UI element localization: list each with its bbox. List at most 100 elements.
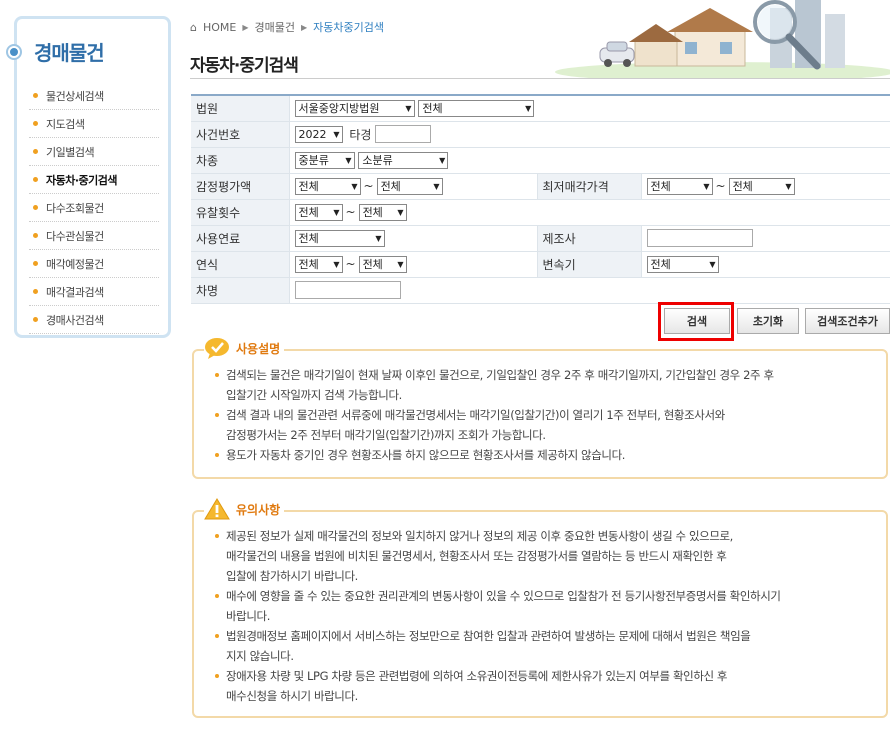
case-year-select[interactable]: 2022 ▼ <box>294 125 343 143</box>
chevron-down-icon: ▼ <box>345 155 352 165</box>
home-icon: ⌂ <box>190 20 197 34</box>
fuel-label: 사용연료 <box>191 225 290 252</box>
sidebar-item-scheduled-sale[interactable]: 매각예정물건 <box>29 250 159 278</box>
vehicle-minor-value: 소분류 <box>362 154 393 167</box>
bullet-icon <box>33 233 38 238</box>
failed-from-select[interactable]: 전체 ▼ <box>294 203 343 221</box>
range-tilde: ~ <box>345 257 356 271</box>
chevron-down-icon: ▼ <box>333 259 340 269</box>
appraisal-to-select[interactable]: 전체 ▼ <box>376 177 443 195</box>
sidebar-item-sale-result[interactable]: 매각결과검색 <box>29 278 159 306</box>
vehicle-major-value: 중분류 <box>298 154 329 167</box>
chevron-down-icon: ▼ <box>525 103 532 113</box>
form-row-failed-count: 유찰횟수 전체 ▼ ~ 전체 ▼ <box>191 199 890 226</box>
model-year-from-select[interactable]: 전체 ▼ <box>294 255 343 273</box>
case-no-label: 사건번호 <box>191 121 290 148</box>
sidebar-item-label: 지도검색 <box>46 117 85 131</box>
bullet-icon <box>33 205 38 210</box>
fuel-select[interactable]: 전체 ▼ <box>294 229 385 247</box>
form-row-car-name: 차명 <box>191 277 890 304</box>
maker-input[interactable] <box>646 229 753 247</box>
page-title: 자동차·중기검색 <box>190 56 299 76</box>
add-condition-button[interactable]: 검색조건추가 <box>805 308 890 334</box>
vehicle-minor-select[interactable]: 소분류 ▼ <box>358 151 449 169</box>
caution-line: 법원경매정보 홈페이지에서 서비스하는 정보만으로 참여한 입찰과 관련하여 발… <box>226 629 751 643</box>
court-label: 법원 <box>191 95 290 122</box>
chevron-down-icon: ▼ <box>397 207 404 217</box>
caution-item: 장애자용 차량 및 LPG 차량 등은 관련법령에 의하여 소유권이전등록에 제… <box>214 666 886 706</box>
sidebar-item-map-search[interactable]: 지도검색 <box>29 110 159 138</box>
transmission-label: 변속기 <box>536 251 642 278</box>
usage-item: 검색 결과 내의 물건관련 서류중에 매각물건명세서는 매각기일(입찰기간)이 … <box>214 405 884 445</box>
caution-item: 제공된 정보가 실제 매각물건의 정보와 일치하지 않거나 정보의 제공 이후 … <box>214 526 886 586</box>
transmission-select[interactable]: 전체 ▼ <box>646 255 719 273</box>
caution-box: 유의사항 제공된 정보가 실제 매각물건의 정보와 일치하지 않거나 정보의 제… <box>192 498 888 718</box>
failed-to-select[interactable]: 전체 ▼ <box>358 203 407 221</box>
chevron-down-icon: ▼ <box>785 181 792 191</box>
bullet-icon <box>33 317 38 322</box>
car-name-input[interactable] <box>294 281 401 299</box>
vehicle-major-select[interactable]: 중분류 ▼ <box>294 151 355 169</box>
sidebar-item-date-search[interactable]: 기일별검색 <box>29 138 159 166</box>
sidebar-item-label: 다수관심물건 <box>46 229 104 243</box>
caution-item: 매수에 영향을 줄 수 있는 중요한 권리관계의 변동사항이 있을 수 있으므로… <box>214 586 886 626</box>
caution-line: 입찰에 참가하시기 바랍니다. <box>226 569 358 583</box>
transmission-cell: 전체 ▼ <box>641 251 890 278</box>
failed-count-label: 유찰횟수 <box>191 199 290 226</box>
chevron-down-icon: ▼ <box>433 181 440 191</box>
form-row-model-year: 연식 전체 ▼ ~ 전체 ▼ 변속기 전체 ▼ <box>191 251 890 278</box>
bullet-icon <box>33 289 38 294</box>
sidebar-item-most-viewed[interactable]: 다수조회물건 <box>29 194 159 222</box>
appraisal-cell: 전체 ▼ ~ 전체 ▼ <box>289 173 537 200</box>
bullet-icon <box>33 93 38 98</box>
sidebar-item-most-watched[interactable]: 다수관심물건 <box>29 222 159 250</box>
speech-bubble-icon <box>205 338 229 359</box>
sidebar-item-detail-search[interactable]: 물건상세검색 <box>29 82 159 110</box>
usage-box-header: 사용설명 <box>204 337 285 359</box>
sidebar-item-vehicle-search[interactable]: 자동차·중기검색 <box>29 166 159 194</box>
maker-label: 제조사 <box>536 225 642 252</box>
case-number-input[interactable] <box>375 125 432 143</box>
sidebar-item-label: 매각예정물건 <box>46 257 104 271</box>
fuel-cell: 전체 ▼ <box>289 225 537 252</box>
min-price-from-select[interactable]: 전체 ▼ <box>646 177 713 195</box>
form-row-case-no: 사건번호 2022 ▼ 타경 <box>191 121 890 148</box>
usage-line: 검색되는 물건은 매각기일이 현재 날짜 이후인 물건으로, 기일입찰인 경우 … <box>226 368 774 382</box>
form-row-court: 법원 서울중앙지방법원 ▼ 전체 ▼ <box>191 95 890 122</box>
breadcrumb-separator-icon: ▶ <box>242 22 249 32</box>
model-year-to-select[interactable]: 전체 ▼ <box>358 255 407 273</box>
failed-to-value: 전체 <box>362 206 383 219</box>
case-type-label: 타경 <box>349 127 372 142</box>
case-year-value: 2022 <box>298 127 327 141</box>
court-select-value: 서울중앙지방법원 <box>298 102 380 116</box>
sidebar-item-label: 기일별검색 <box>46 145 95 159</box>
min-price-to-value: 전체 <box>732 180 753 193</box>
min-price-to-select[interactable]: 전체 ▼ <box>728 177 795 195</box>
caution-line: 바랍니다. <box>226 609 270 623</box>
usage-list: 검색되는 물건은 매각기일이 현재 날짜 이후인 물건으로, 기일입찰인 경우 … <box>214 365 884 465</box>
usage-box: 사용설명 검색되는 물건은 매각기일이 현재 날짜 이후인 물건으로, 기일입찰… <box>192 337 888 479</box>
min-price-from-value: 전체 <box>650 180 671 193</box>
appraisal-from-select[interactable]: 전체 ▼ <box>294 177 361 195</box>
breadcrumb-home[interactable]: HOME <box>203 21 236 34</box>
transmission-value: 전체 <box>650 258 671 271</box>
warning-icon <box>204 498 230 520</box>
appraisal-from-value: 전체 <box>298 180 319 193</box>
search-button-highlight <box>658 302 734 341</box>
caution-line: 장애자용 차량 및 LPG 차량 등은 관련법령에 의하여 소유권이전등록에 제… <box>226 669 728 683</box>
chevron-down-icon: ▼ <box>333 129 340 139</box>
caution-line: 지지 않습니다. <box>226 649 294 663</box>
caution-line: 매수에 영향을 줄 수 있는 중요한 권리관계의 변동사항이 있을 수 있으므로… <box>226 589 781 603</box>
vehicle-type-label: 차종 <box>191 147 290 174</box>
breadcrumb-level1[interactable]: 경매물건 <box>255 19 295 35</box>
court-select[interactable]: 서울중앙지방법원 ▼ <box>294 99 415 117</box>
chevron-down-icon: ▼ <box>703 181 710 191</box>
sidebar-item-case-search[interactable]: 경매사건검색 <box>29 306 159 334</box>
branch-select[interactable]: 전체 ▼ <box>418 99 535 117</box>
reset-button[interactable]: 초기화 <box>737 308 799 334</box>
caution-line: 제공된 정보가 실제 매각물건의 정보와 일치하지 않거나 정보의 제공 이후 … <box>226 529 733 543</box>
min-price-label: 최저매각가격 <box>536 173 642 200</box>
chevron-down-icon: ▼ <box>375 233 382 243</box>
chevron-down-icon: ▼ <box>333 207 340 217</box>
bullet-icon <box>33 177 38 182</box>
